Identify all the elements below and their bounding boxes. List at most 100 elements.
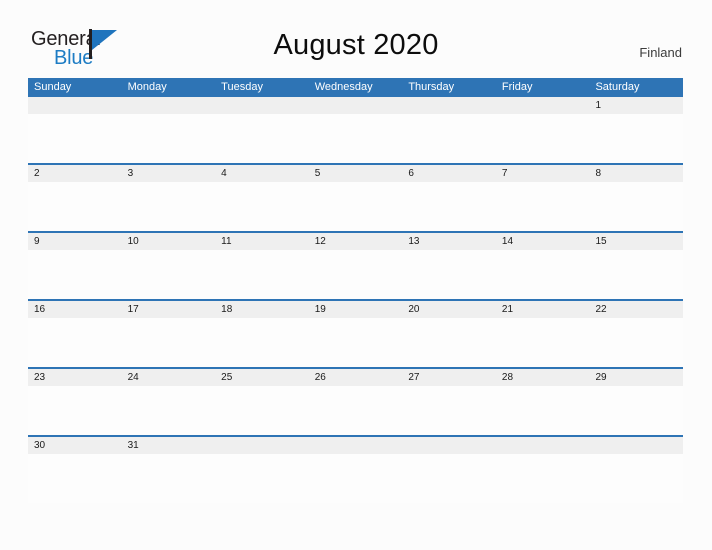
calendar-grid: Sunday Monday Tuesday Wednesday Thursday…: [28, 78, 683, 503]
day-cell[interactable]: [589, 454, 683, 503]
day-cell[interactable]: [28, 182, 122, 231]
day-number[interactable]: 12: [309, 233, 403, 250]
day-cell[interactable]: [402, 114, 496, 163]
day-cell[interactable]: [589, 318, 683, 367]
day-number[interactable]: [496, 97, 590, 114]
day-cell[interactable]: [309, 114, 403, 163]
day-number[interactable]: [215, 97, 309, 114]
day-number[interactable]: 22: [589, 301, 683, 318]
day-cell[interactable]: [28, 386, 122, 435]
day-number[interactable]: 15: [589, 233, 683, 250]
day-number[interactable]: 23: [28, 369, 122, 386]
weekday-header-tuesday: Tuesday: [221, 81, 263, 93]
day-number[interactable]: 20: [402, 301, 496, 318]
day-number[interactable]: 21: [496, 301, 590, 318]
day-number[interactable]: [589, 437, 683, 454]
day-cell[interactable]: [122, 318, 216, 367]
day-cell[interactable]: [309, 182, 403, 231]
day-cell[interactable]: [402, 250, 496, 299]
day-cell[interactable]: [589, 182, 683, 231]
day-cell[interactable]: [496, 386, 590, 435]
week-date-band: 1: [28, 97, 683, 114]
day-number[interactable]: 28: [496, 369, 590, 386]
day-cell[interactable]: [402, 318, 496, 367]
day-cell[interactable]: [122, 114, 216, 163]
day-number[interactable]: 5: [309, 165, 403, 182]
day-number[interactable]: 31: [122, 437, 216, 454]
day-number[interactable]: [309, 97, 403, 114]
weekday-header-friday: Friday: [501, 81, 533, 93]
day-cell[interactable]: [309, 250, 403, 299]
day-number[interactable]: [496, 437, 590, 454]
day-cell[interactable]: [496, 182, 590, 231]
day-cell[interactable]: [589, 114, 683, 163]
day-cell[interactable]: [496, 454, 590, 503]
day-number[interactable]: 24: [122, 369, 216, 386]
day-cell[interactable]: [402, 386, 496, 435]
day-cell[interactable]: [122, 182, 216, 231]
week-row: 16 17 18 19 20 21 22: [28, 301, 683, 369]
day-cell[interactable]: [215, 114, 309, 163]
day-number[interactable]: 13: [402, 233, 496, 250]
day-cell[interactable]: [215, 182, 309, 231]
day-cell[interactable]: [28, 250, 122, 299]
day-cell[interactable]: [215, 386, 309, 435]
day-cell[interactable]: [28, 114, 122, 163]
week-event-band: [28, 250, 683, 299]
day-cell[interactable]: [496, 250, 590, 299]
day-number[interactable]: 11: [215, 233, 309, 250]
day-cell[interactable]: [589, 250, 683, 299]
day-number[interactable]: 7: [496, 165, 590, 182]
day-cell[interactable]: [402, 182, 496, 231]
region-label: Finland: [639, 45, 682, 60]
day-number[interactable]: 25: [215, 369, 309, 386]
weekday-header-row: Sunday Monday Tuesday Wednesday Thursday…: [28, 78, 683, 97]
day-cell[interactable]: [309, 454, 403, 503]
day-cell[interactable]: [122, 454, 216, 503]
day-number[interactable]: 17: [122, 301, 216, 318]
week-date-band: 2 3 4 5 6 7 8: [28, 165, 683, 182]
week-event-band: [28, 114, 683, 163]
day-cell[interactable]: [496, 318, 590, 367]
day-number[interactable]: 3: [122, 165, 216, 182]
day-cell[interactable]: [496, 114, 590, 163]
day-number[interactable]: 8: [589, 165, 683, 182]
day-number[interactable]: [28, 97, 122, 114]
day-cell[interactable]: [28, 318, 122, 367]
day-number[interactable]: 10: [122, 233, 216, 250]
day-cell[interactable]: [28, 454, 122, 503]
day-cell[interactable]: [589, 386, 683, 435]
day-cell[interactable]: [309, 386, 403, 435]
day-number[interactable]: 29: [589, 369, 683, 386]
day-cell[interactable]: [402, 454, 496, 503]
day-number[interactable]: 16: [28, 301, 122, 318]
day-cell[interactable]: [215, 318, 309, 367]
day-cell[interactable]: [122, 250, 216, 299]
week-date-band: 9 10 11 12 13 14 15: [28, 233, 683, 250]
day-cell[interactable]: [215, 250, 309, 299]
day-number[interactable]: 18: [215, 301, 309, 318]
day-number[interactable]: 2: [28, 165, 122, 182]
week-event-band: [28, 386, 683, 435]
day-number[interactable]: 9: [28, 233, 122, 250]
day-number[interactable]: 6: [402, 165, 496, 182]
day-number[interactable]: 4: [215, 165, 309, 182]
week-event-band: [28, 318, 683, 367]
day-number[interactable]: 30: [28, 437, 122, 454]
day-number[interactable]: 19: [309, 301, 403, 318]
day-number[interactable]: [215, 437, 309, 454]
day-number[interactable]: [309, 437, 403, 454]
day-number[interactable]: [122, 97, 216, 114]
day-number[interactable]: 27: [402, 369, 496, 386]
day-cell[interactable]: [122, 386, 216, 435]
day-cell[interactable]: [309, 318, 403, 367]
week-row: 30 31: [28, 437, 683, 503]
day-number[interactable]: 14: [496, 233, 590, 250]
week-date-band: 23 24 25 26 27 28 29: [28, 369, 683, 386]
day-number[interactable]: [402, 437, 496, 454]
day-number[interactable]: [402, 97, 496, 114]
week-row: 1: [28, 97, 683, 165]
day-number[interactable]: 1: [589, 97, 683, 114]
day-cell[interactable]: [215, 454, 309, 503]
day-number[interactable]: 26: [309, 369, 403, 386]
